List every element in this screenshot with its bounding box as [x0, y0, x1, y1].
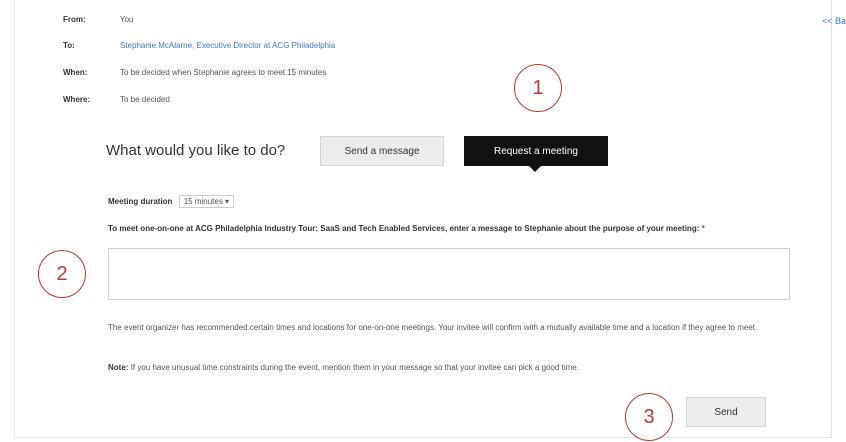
send-button[interactable]: Send — [686, 397, 766, 427]
callout-2-badge: 2 — [38, 250, 86, 298]
where-label: Where: — [63, 95, 91, 104]
meeting-duration-label: Meeting duration — [108, 197, 173, 206]
meeting-duration-row: Meeting duration 15 minutes ▾ — [108, 195, 235, 208]
message-prompt-text: To meet one-on-one at ACG Philadelphia I… — [108, 224, 700, 233]
when-label: When: — [63, 68, 88, 77]
meeting-request-panel: From: You To: Stephanie McAlarne, Execut… — [14, 0, 832, 438]
meeting-message-input[interactable] — [108, 248, 790, 300]
send-message-button[interactable]: Send a message — [320, 136, 444, 166]
where-value: To be decided — [120, 95, 170, 104]
note-text: If you have unusual time constraints dur… — [130, 363, 579, 372]
required-marker: * — [701, 224, 705, 233]
note-row: Note: If you have unusual time constrain… — [108, 363, 798, 372]
message-prompt: To meet one-on-one at ACG Philadelphia I… — [108, 222, 788, 236]
meeting-duration-select[interactable]: 15 minutes ▾ — [178, 195, 235, 208]
action-question: What would you like to do? — [106, 142, 286, 159]
to-label: To: — [63, 41, 75, 50]
request-meeting-button[interactable]: Request a meeting — [464, 136, 608, 166]
from-label: From: — [63, 15, 86, 24]
selected-caret-icon — [528, 165, 542, 172]
organizer-info-text: The event organizer has recommended cert… — [108, 323, 758, 332]
recipient-link[interactable]: Stephanie McAlarne, Executive Director a… — [120, 41, 335, 50]
note-label: Note: — [108, 363, 129, 372]
when-value: To be decided when Stephanie agrees to m… — [120, 68, 327, 77]
from-value: You — [120, 15, 134, 24]
callout-1-badge: 1 — [514, 64, 562, 112]
back-link[interactable]: << Ba — [822, 16, 846, 26]
callout-3-badge: 3 — [625, 393, 673, 441]
